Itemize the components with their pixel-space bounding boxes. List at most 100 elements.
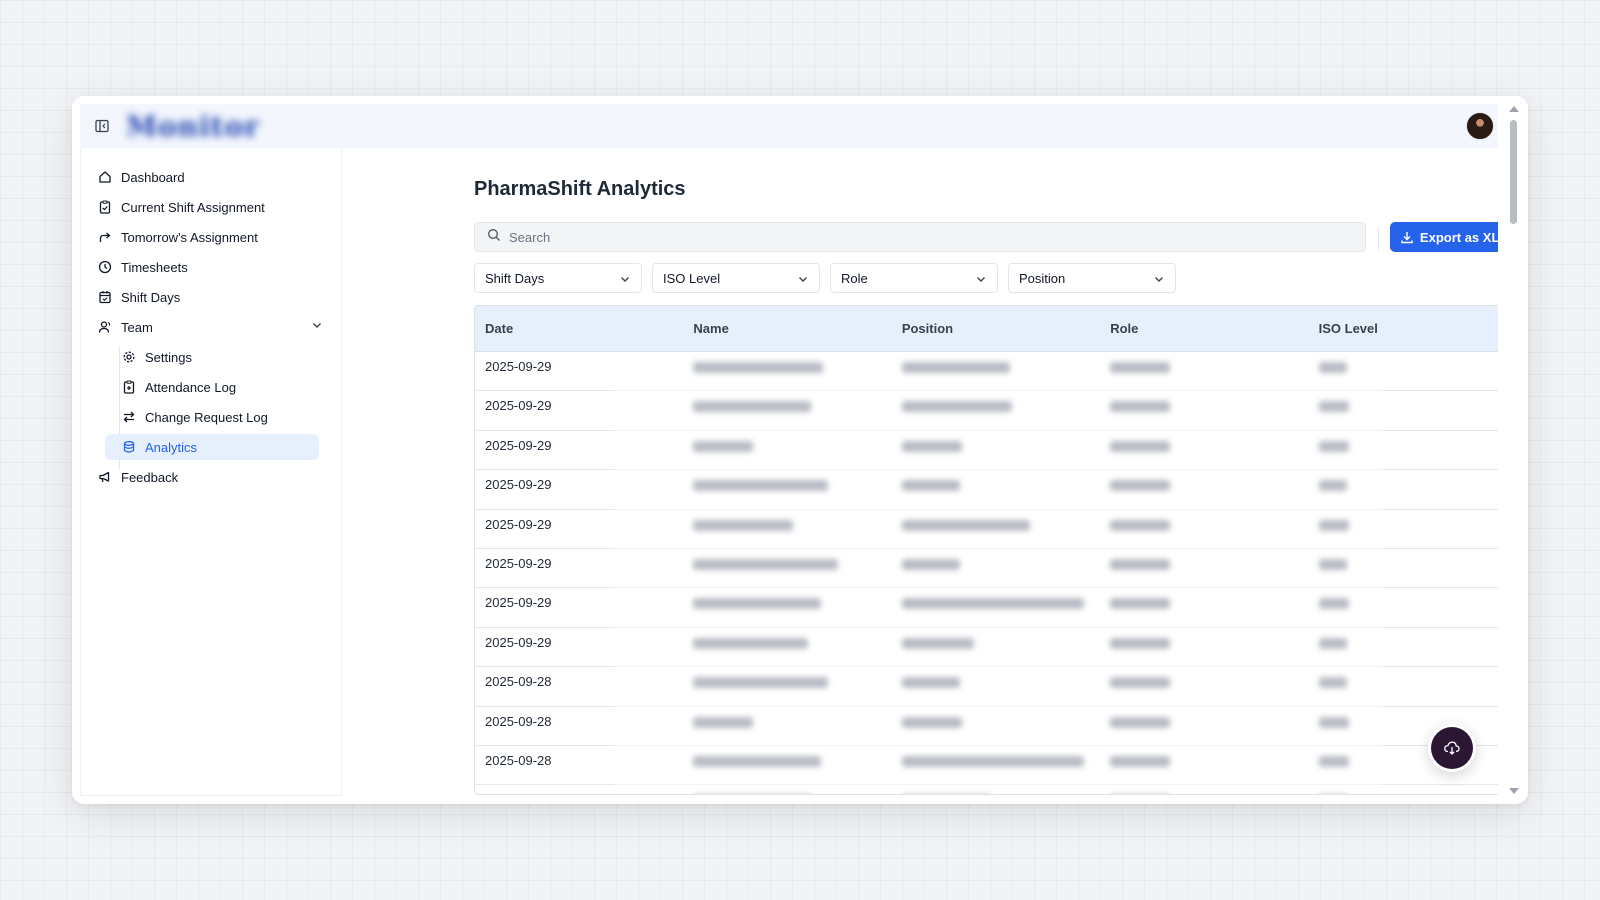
- cell-position: [892, 359, 1100, 376]
- redacted-text: [1110, 598, 1171, 610]
- table-row[interactable]: 2025-09-28: [475, 667, 1498, 707]
- cell-name: [683, 753, 891, 770]
- sidebar-item-dashboard[interactable]: Dashboard: [81, 164, 341, 190]
- sidebar-item-shift-days[interactable]: Shift Days: [81, 284, 341, 310]
- cell-date: 2025-09-29: [485, 359, 552, 374]
- table-row[interactable]: 2025-09-29: [475, 549, 1498, 589]
- sidebar-item-current-shift-assignment[interactable]: Current Shift Assignment: [81, 194, 341, 220]
- scroll-down-icon[interactable]: [1509, 788, 1519, 794]
- window-scrollbar[interactable]: [1508, 106, 1520, 794]
- table-row[interactable]: 2025-09-29: [475, 588, 1498, 629]
- scroll-thumb[interactable]: [1510, 120, 1517, 224]
- redacted-text: [1318, 637, 1347, 649]
- app-logo[interactable]: Monitor: [126, 110, 260, 143]
- redacted-text: [1318, 598, 1349, 610]
- table-row[interactable]: 2025-09-29: [475, 470, 1498, 510]
- chevron-down-icon: [797, 273, 809, 288]
- sidebar-item-label: Shift Days: [121, 289, 181, 305]
- cell-role: [1100, 359, 1308, 376]
- table-row[interactable]: 2025-09-29: [475, 431, 1498, 471]
- cell-position: [892, 477, 1100, 494]
- sidebar-item-tomorrows-assignment[interactable]: Tomorrow's Assignment: [81, 224, 341, 250]
- sidebar-item-team[interactable]: Team: [81, 314, 341, 340]
- cell-iso-level: [1309, 674, 1498, 691]
- chevron-down-icon: [975, 273, 987, 288]
- redacted-text: [901, 519, 1030, 531]
- redacted-text: [901, 362, 1010, 373]
- table-row[interactable]: 2025-09-29: [475, 510, 1498, 550]
- redacted-text: [1110, 519, 1171, 531]
- sidebar-item-attendance-log[interactable]: Attendance Log: [105, 374, 319, 400]
- sidebar-item-settings[interactable]: Settings: [105, 344, 319, 370]
- filter-iso-level[interactable]: ISO Level: [652, 263, 820, 293]
- sidebar-collapse-icon[interactable]: [92, 116, 112, 136]
- cell-role: [1100, 674, 1308, 691]
- cell-role: [1100, 792, 1308, 794]
- cell-role: [1100, 714, 1308, 731]
- column-header-position[interactable]: Position: [892, 321, 1100, 336]
- column-header-date[interactable]: Date: [475, 321, 683, 336]
- export-xls-button[interactable]: Export as XLS: [1390, 222, 1498, 252]
- clock-icon: [97, 259, 113, 275]
- sidebar-item-feedback[interactable]: Feedback: [81, 464, 341, 490]
- cell-role: [1100, 517, 1308, 534]
- floating-action-button[interactable]: [1428, 724, 1476, 772]
- redacted-text: [1318, 755, 1349, 767]
- redacted-text: [901, 401, 1012, 413]
- redacted-text: [1110, 480, 1171, 492]
- table-row[interactable]: 2025-09-29: [475, 352, 1498, 392]
- cell-iso-level: [1309, 438, 1498, 455]
- sidebar-item-label: Tomorrow's Assignment: [121, 229, 258, 245]
- cell-name: [683, 398, 891, 415]
- table-row[interactable]: 2025-09-29: [475, 391, 1498, 432]
- cell-iso-level: [1309, 517, 1498, 534]
- table-row[interactable]: 2025-09-28: [475, 785, 1498, 794]
- user-avatar[interactable]: [1466, 112, 1494, 140]
- redacted-text: [693, 362, 824, 373]
- redacted-text: [1318, 558, 1347, 570]
- cell-name: [683, 556, 891, 573]
- redacted-text: [693, 755, 822, 767]
- cell-date: 2025-09-29: [485, 398, 552, 414]
- cell-role: [1100, 635, 1308, 652]
- cell-name: [683, 477, 891, 494]
- forward-arrow-icon: [97, 229, 113, 245]
- redacted-text: [901, 677, 960, 689]
- cell-date: 2025-09-29: [485, 555, 552, 571]
- search-icon: [487, 228, 501, 247]
- scroll-up-icon[interactable]: [1509, 106, 1519, 112]
- chevron-down-icon[interactable]: [311, 319, 323, 334]
- search-input[interactable]: [509, 229, 1349, 245]
- filter-shift-days[interactable]: Shift Days: [474, 263, 642, 293]
- redacted-text: [693, 480, 829, 492]
- column-header-role[interactable]: Role: [1100, 321, 1308, 336]
- column-header-name[interactable]: Name: [683, 321, 891, 336]
- filter-role[interactable]: Role: [830, 263, 998, 293]
- sidebar-item-change-request-log[interactable]: Change Request Log: [105, 404, 319, 430]
- redacted-text: [1318, 480, 1347, 492]
- column-header-iso-level[interactable]: ISO Level: [1309, 321, 1498, 336]
- cell-date: 2025-09-28: [485, 674, 552, 690]
- sidebar-item-analytics[interactable]: Analytics: [105, 434, 319, 460]
- redacted-text: [1110, 440, 1171, 452]
- table-row[interactable]: 2025-09-28: [475, 746, 1498, 786]
- sidebar-item-timesheets[interactable]: Timesheets: [81, 254, 341, 280]
- toolbar-divider: [1378, 226, 1379, 250]
- table-row[interactable]: 2025-09-28: [475, 707, 1498, 747]
- sidebar-item-label: Current Shift Assignment: [121, 199, 265, 215]
- chevron-down-icon: [619, 273, 631, 288]
- calendar-check-icon: [97, 289, 113, 305]
- sidebar: Dashboard Current Shift Assignment Tomor…: [80, 148, 342, 796]
- cell-iso-level: [1309, 556, 1498, 573]
- redacted-text: [1110, 401, 1171, 413]
- table-row[interactable]: 2025-09-29: [475, 628, 1498, 668]
- export-button-label: Export as XLS: [1419, 229, 1498, 245]
- search-box[interactable]: [474, 222, 1366, 252]
- cell-position: [892, 438, 1100, 455]
- filter-position[interactable]: Position: [1008, 263, 1176, 293]
- redacted-text: [901, 598, 1084, 610]
- cell-name: [683, 438, 891, 455]
- redacted-text: [901, 558, 960, 570]
- cell-role: [1100, 595, 1308, 612]
- cell-date: 2025-09-28: [475, 792, 683, 794]
